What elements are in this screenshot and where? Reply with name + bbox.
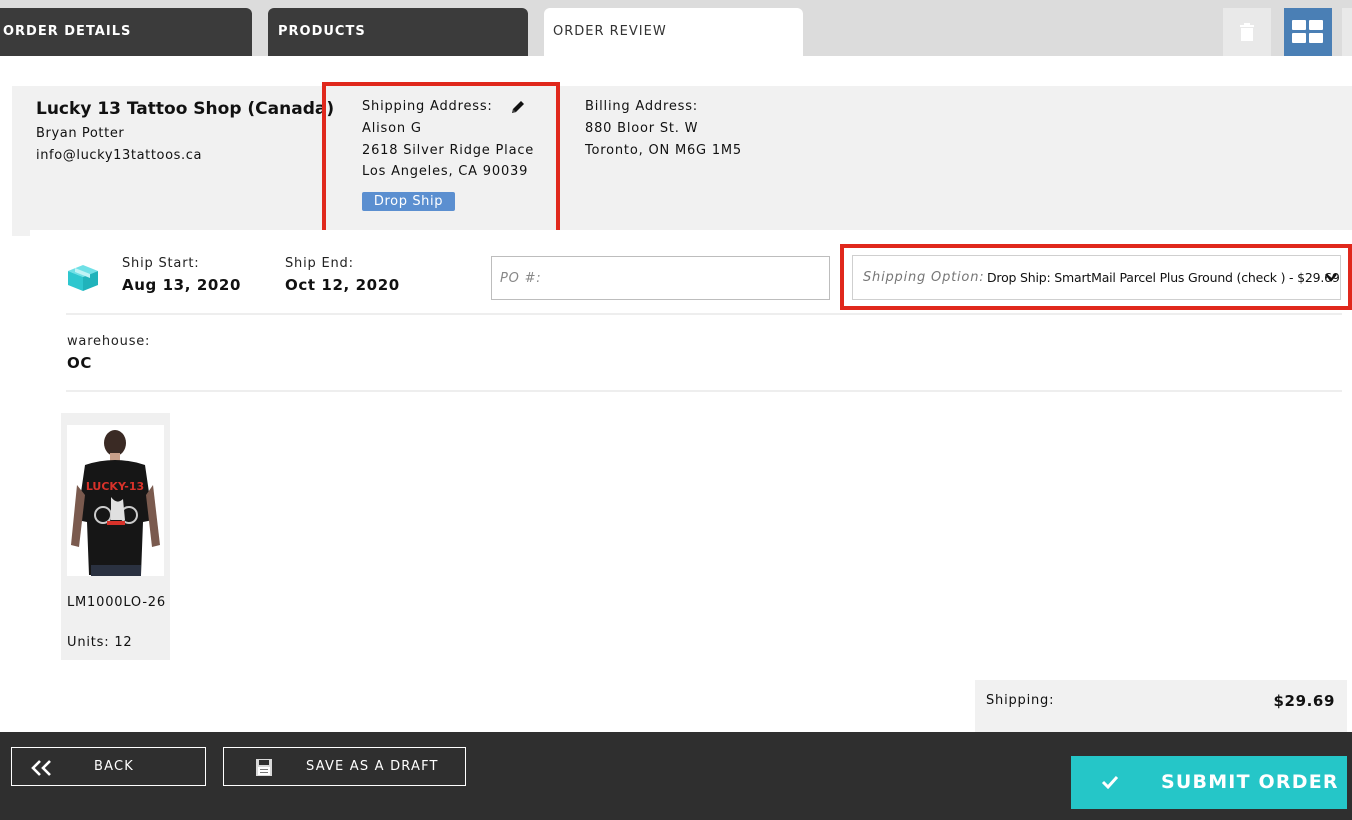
ship-start-value: Aug 13, 2020 xyxy=(122,276,241,294)
package-icon xyxy=(68,265,98,291)
submit-order-label: SUBMIT ORDER xyxy=(1161,771,1339,793)
save-disk-icon xyxy=(256,759,272,776)
double-chevron-left-icon xyxy=(31,760,51,776)
divider xyxy=(66,390,1342,392)
shipping-address-label: Shipping Address: xyxy=(362,99,493,114)
shirt-print-text: LUCKY-13 xyxy=(86,480,144,493)
grid-view-icon xyxy=(1292,20,1323,43)
shipping-name: Alison G xyxy=(362,121,422,136)
product-image: LUCKY-13 xyxy=(67,425,164,576)
checkmark-icon xyxy=(1101,775,1119,789)
warehouse-value: OC xyxy=(67,354,92,372)
product-image-shirt: LUCKY-13 xyxy=(67,425,164,576)
pencil-icon xyxy=(512,101,524,113)
submit-order-button[interactable]: SUBMIT ORDER xyxy=(1071,756,1347,809)
back-button-label: BACK xyxy=(94,759,134,774)
tab-products[interactable]: PRODUCTS xyxy=(268,8,528,56)
tab-order-details[interactable]: ORDER DETAILS xyxy=(0,8,252,56)
po-number-input[interactable] xyxy=(491,256,830,300)
shipping-option-label: Shipping Option: xyxy=(863,270,985,285)
drop-ship-badge: Drop Ship xyxy=(362,192,455,211)
contact-name: Bryan Potter xyxy=(36,126,125,141)
warehouse-label: warehouse: xyxy=(67,334,151,349)
order-summary: Shipping: $29.69 xyxy=(975,680,1347,732)
tab-bar-edge xyxy=(1342,8,1352,56)
save-draft-button[interactable]: SAVE AS A DRAFT xyxy=(223,747,466,786)
ship-end-value: Oct 12, 2020 xyxy=(285,276,400,294)
tab-order-review[interactable]: ORDER REVIEW xyxy=(544,8,803,56)
shipping-option-value: Drop Ship: SmartMail Parcel Plus Ground … xyxy=(987,270,1340,285)
contact-email: info@lucky13tattoos.ca xyxy=(36,148,203,163)
shipping-street: 2618 Silver Ridge Place xyxy=(362,143,535,158)
ship-end-label: Ship End: xyxy=(285,256,354,271)
grid-view-button[interactable] xyxy=(1284,8,1332,56)
billing-street: 880 Bloor St. W xyxy=(585,121,699,136)
billing-address-label: Billing Address: xyxy=(585,99,698,114)
chevron-down-icon xyxy=(1325,273,1337,282)
delete-order-button[interactable] xyxy=(1223,8,1271,56)
ship-start-label: Ship Start: xyxy=(122,256,200,271)
product-units: Units: 12 xyxy=(67,635,133,650)
trash-icon xyxy=(1240,23,1254,41)
edit-shipping-address-button[interactable] xyxy=(510,99,526,115)
billing-city: Toronto, ON M6G 1M5 xyxy=(585,143,742,158)
back-button[interactable]: BACK xyxy=(11,747,206,786)
divider xyxy=(66,313,1342,315)
shop-name: Lucky 13 Tattoo Shop (Canada) xyxy=(36,99,335,119)
shipping-city: Los Angeles, CA 90039 xyxy=(362,164,529,179)
product-sku: LM1000LO-26 xyxy=(67,595,166,610)
save-draft-label: SAVE AS A DRAFT xyxy=(306,759,439,774)
shipping-cost-value: $29.69 xyxy=(1273,692,1335,710)
shipping-cost-label: Shipping: xyxy=(986,693,1055,708)
shipping-option-select[interactable]: Shipping Option: Drop Ship: SmartMail Pa… xyxy=(852,255,1341,300)
